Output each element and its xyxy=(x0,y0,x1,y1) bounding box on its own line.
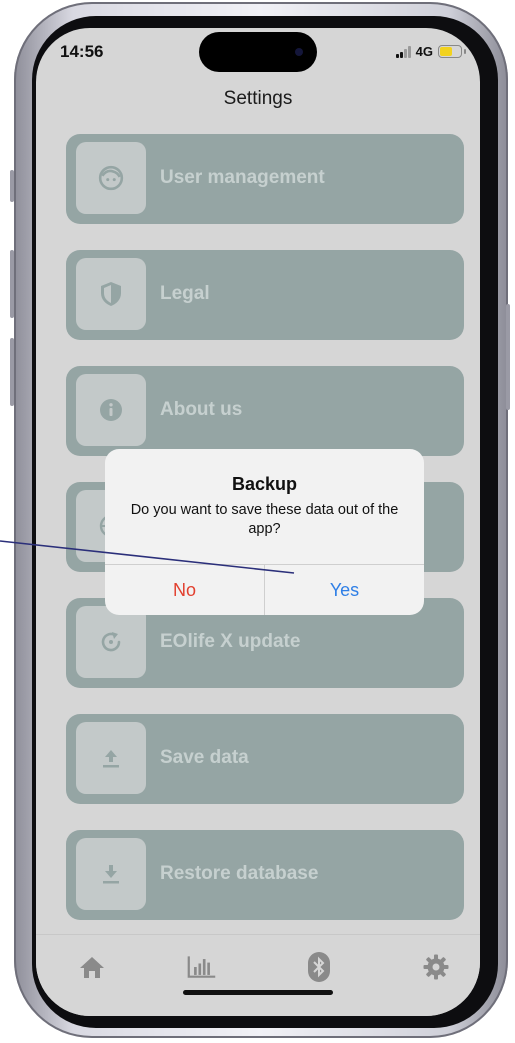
annotation-pointer-line xyxy=(0,540,295,574)
